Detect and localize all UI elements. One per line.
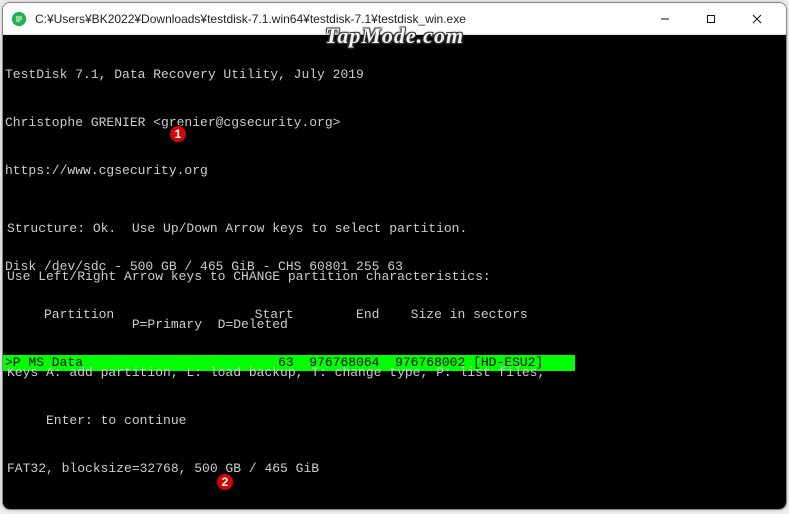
term-line-keys: Keys A: add partition, L: load backup, T… (5, 365, 786, 381)
app-window: C:¥Users¥BK2022¥Downloads¥testdisk-7.1.w… (2, 2, 787, 510)
badge-2-label: 2 (222, 474, 229, 490)
close-button[interactable] (734, 4, 780, 34)
badge-1-label: 1 (175, 126, 182, 142)
term-line-help1: Use Left/Right Arrow keys to CHANGE part… (5, 269, 786, 285)
minimize-button[interactable] (642, 4, 688, 34)
terminal-area[interactable]: TestDisk 7.1, Data Recovery Utility, Jul… (3, 35, 786, 509)
term-footer: Structure: Ok. Use Up/Down Arrow keys to… (3, 189, 786, 509)
term-line-fs: FAT32, blocksize=32768, 500 GB / 465 GiB (5, 461, 786, 477)
window-title: C:¥Users¥BK2022¥Downloads¥testdisk-7.1.w… (35, 12, 642, 26)
term-line-enter: Enter: to continue (5, 413, 786, 429)
annotation-badge-1: 1 (169, 125, 187, 143)
term-line-author: Christophe GRENIER <grenier@cgsecurity.o… (3, 115, 786, 131)
maximize-button[interactable] (688, 4, 734, 34)
app-icon (11, 11, 27, 27)
window-controls (642, 4, 780, 34)
term-line-structure: Structure: Ok. Use Up/Down Arrow keys to… (5, 221, 786, 237)
annotation-badge-2: 2 (216, 473, 234, 491)
term-line-url: https://www.cgsecurity.org (3, 163, 786, 179)
title-bar[interactable]: C:¥Users¥BK2022¥Downloads¥testdisk-7.1.w… (3, 3, 786, 35)
term-line-help2: P=Primary D=Deleted (5, 317, 786, 333)
term-line-appname: TestDisk 7.1, Data Recovery Utility, Jul… (3, 67, 786, 83)
